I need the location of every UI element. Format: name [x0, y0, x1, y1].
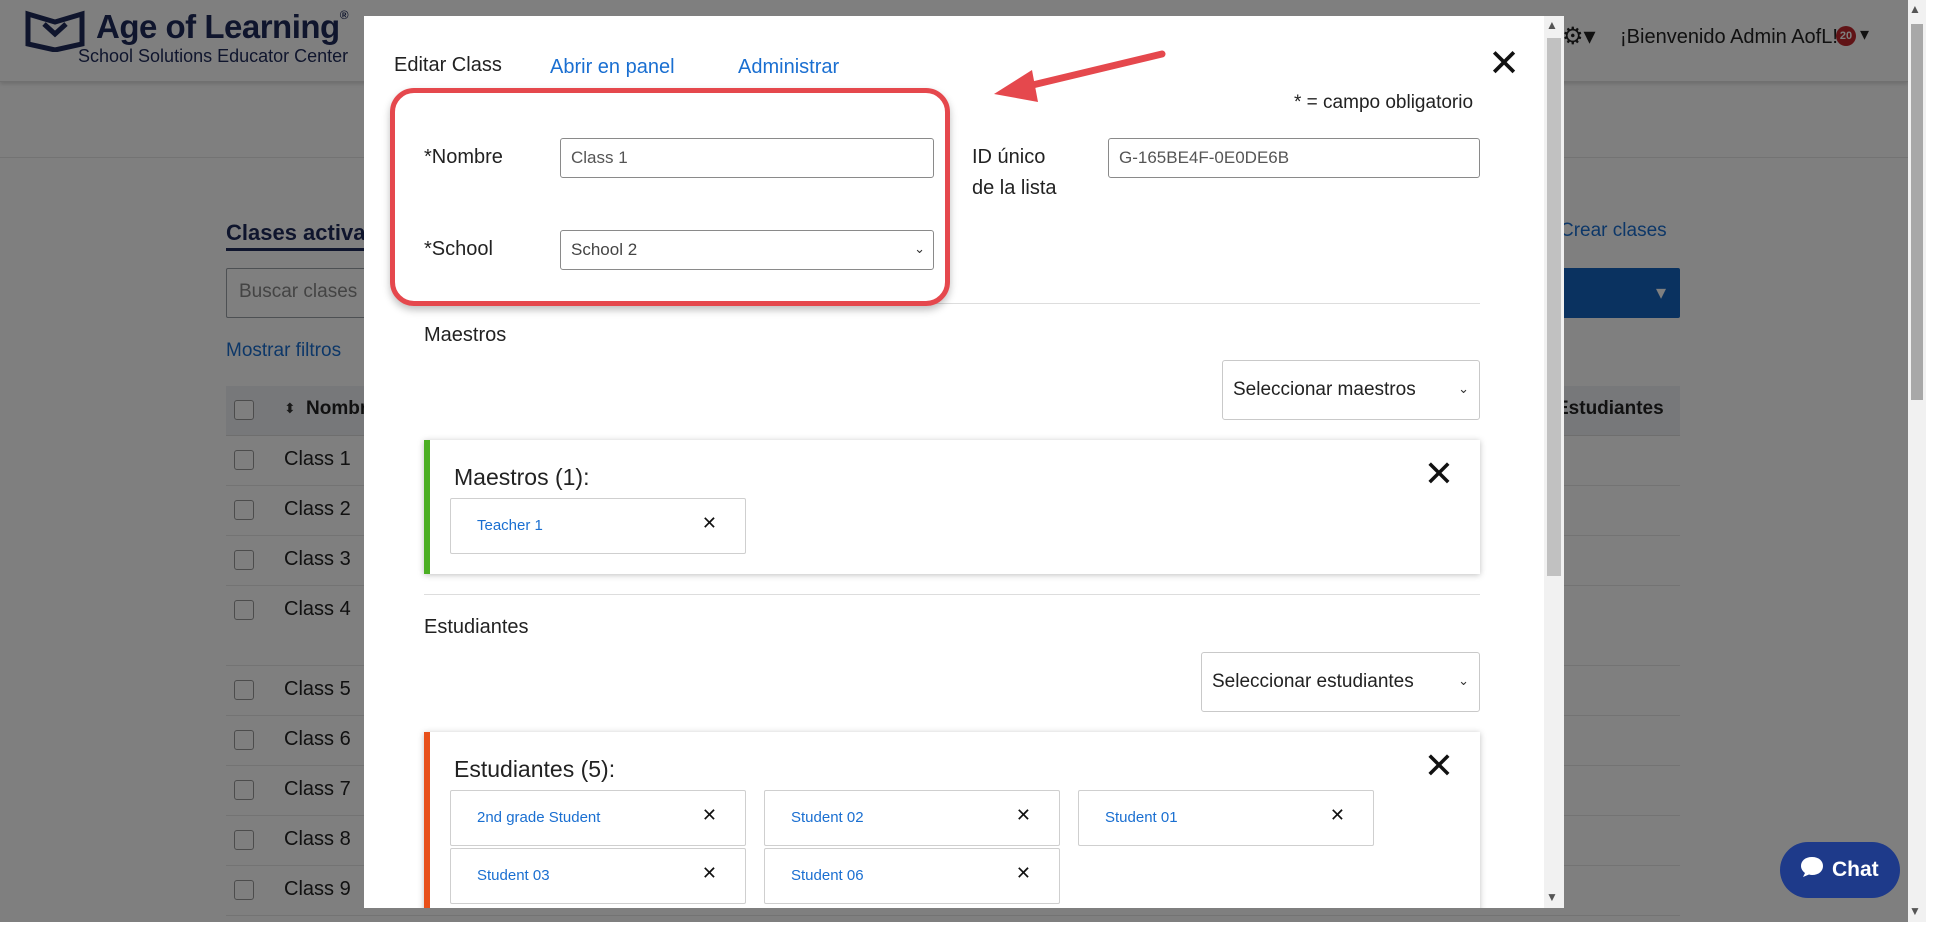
close-icon[interactable]: ✕ [1424, 746, 1454, 786]
chevron-down-icon: ⌄ [1458, 673, 1469, 688]
student-name[interactable]: Student 06 [791, 867, 864, 884]
student-name[interactable]: 2nd grade Student [477, 809, 600, 826]
student-chip: Student 02 ✕ [764, 790, 1060, 846]
student-name[interactable]: Student 03 [477, 867, 550, 884]
students-panel: Estudiantes (5): ✕ 2nd grade Student ✕ S… [424, 732, 1480, 908]
page-scrollbar-thumb[interactable] [1911, 24, 1923, 400]
unique-id-field[interactable]: G-165BE4F-0E0DE6B [1108, 138, 1480, 178]
scroll-up-icon[interactable]: ▲ [1909, 2, 1921, 16]
chevron-down-icon: ⌄ [1458, 381, 1469, 396]
highlight-box [390, 88, 950, 306]
student-chip: 2nd grade Student ✕ [450, 790, 746, 846]
remove-icon[interactable]: ✕ [702, 863, 717, 884]
divider [424, 594, 1480, 595]
id-label-line2: de la lista [972, 177, 1057, 199]
remove-icon[interactable]: ✕ [1016, 805, 1031, 826]
student-chip: Student 06 ✕ [764, 848, 1060, 904]
select-teachers-dropdown[interactable]: Seleccionar maestros ⌄ [1222, 360, 1480, 420]
teacher-name[interactable]: Teacher 1 [477, 517, 543, 534]
scroll-up-icon[interactable]: ▲ [1546, 18, 1558, 32]
remove-icon[interactable]: ✕ [1330, 805, 1345, 826]
teachers-panel-title: Maestros (1): [454, 464, 590, 490]
modal-scrollbar-thumb[interactable] [1547, 38, 1561, 576]
student-name[interactable]: Student 02 [791, 809, 864, 826]
chat-label: Chat [1832, 858, 1879, 881]
student-chip: Student 03 ✕ [450, 848, 746, 904]
students-panel-title: Estudiantes (5): [454, 756, 616, 782]
select-teachers-label: Seleccionar maestros [1233, 379, 1416, 400]
teacher-chip: Teacher 1 ✕ [450, 498, 746, 554]
close-icon[interactable]: ✕ [1484, 44, 1524, 84]
students-section-label: Estudiantes [424, 616, 529, 638]
close-icon[interactable]: ✕ [1424, 454, 1454, 494]
select-students-label: Seleccionar estudiantes [1212, 671, 1414, 692]
student-name[interactable]: Student 01 [1105, 809, 1178, 826]
student-chip: Student 01 ✕ [1078, 790, 1374, 846]
manage-link[interactable]: Administrar [738, 56, 839, 79]
remove-icon[interactable]: ✕ [702, 513, 717, 534]
teachers-section-label: Maestros [424, 324, 507, 346]
remove-icon[interactable]: ✕ [1016, 863, 1031, 884]
scroll-down-icon[interactable]: ▼ [1909, 904, 1921, 918]
select-students-dropdown[interactable]: Seleccionar estudiantes ⌄ [1201, 652, 1480, 712]
modal-title: Editar Class [394, 54, 502, 76]
required-note: * = campo obligatorio [1294, 92, 1474, 113]
annotation-arrow-icon [994, 50, 1166, 102]
id-label-line1: ID único [972, 146, 1046, 168]
scroll-down-icon[interactable]: ▼ [1546, 890, 1558, 904]
chat-bubble-icon [1801, 857, 1823, 877]
teachers-panel: Maestros (1): ✕ Teacher 1 ✕ [424, 440, 1480, 574]
chat-button[interactable]: Chat [1780, 842, 1900, 898]
open-in-panel-link[interactable]: Abrir en panel [550, 56, 675, 79]
remove-icon[interactable]: ✕ [702, 805, 717, 826]
